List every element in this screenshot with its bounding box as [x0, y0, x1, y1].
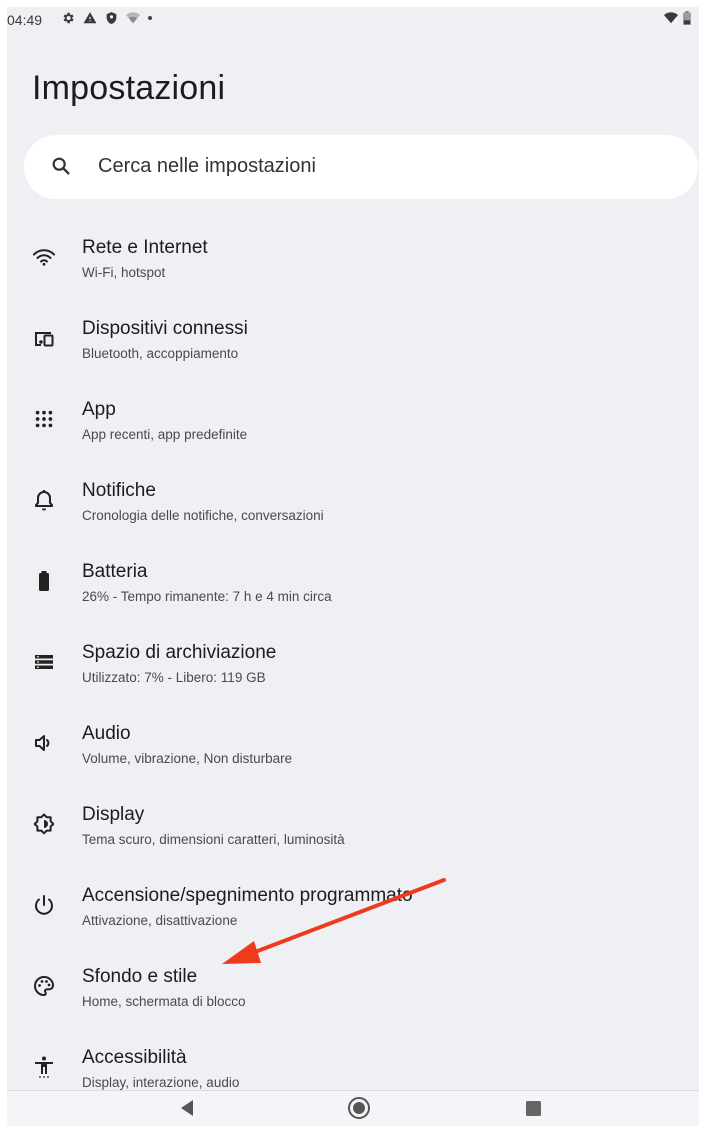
settings-screen: 04:49 Impostazioni Cerca nelle impostazi…: [7, 7, 699, 1126]
item-subtitle: Utilizzato: 7% - Libero: 119 GB: [82, 670, 266, 685]
gear-icon: [61, 11, 75, 25]
battery-status-icon: [683, 11, 691, 25]
item-title: Batteria: [82, 561, 148, 582]
item-subtitle: Cronologia delle notifiche, conversazion…: [82, 508, 324, 523]
accessibility-icon: [32, 1055, 56, 1079]
item-title: Notifiche: [82, 480, 156, 501]
warning-icon: [83, 11, 97, 25]
item-title: Audio: [82, 723, 131, 744]
item-title: Accensione/spegnimento programmato: [82, 885, 413, 906]
search-icon: [50, 155, 72, 182]
item-subtitle: Wi-Fi, hotspot: [82, 265, 166, 280]
item-subtitle: Tema scuro, dimensioni caratteri, lumino…: [82, 832, 345, 847]
item-title: Accessibilità: [82, 1047, 187, 1068]
settings-item-app[interactable]: App App recenti, app predefinite: [7, 385, 699, 465]
status-icons-right: [663, 11, 691, 25]
item-subtitle: Attivazione, disattivazione: [82, 913, 238, 928]
recent-apps-icon[interactable]: [526, 1101, 541, 1121]
settings-item-notifiche[interactable]: Notifiche Cronologia delle notifiche, co…: [7, 466, 699, 546]
connected-devices-icon: [32, 326, 56, 350]
apps-grid-icon: [32, 407, 56, 431]
home-icon[interactable]: [347, 1096, 371, 1125]
item-title: App: [82, 399, 116, 420]
settings-item-batteria[interactable]: Batteria 26% - Tempo rimanente: 7 h e 4 …: [7, 547, 699, 627]
settings-item-spazio-archiviazione[interactable]: Spazio di archiviazione Utilizzato: 7% -…: [7, 628, 699, 708]
status-bar: 04:49: [7, 7, 699, 35]
item-subtitle: Bluetooth, accoppiamento: [82, 346, 239, 361]
settings-item-dispositivi-connessi[interactable]: Dispositivi connessi Bluetooth, accoppia…: [7, 304, 699, 384]
item-subtitle: 26% - Tempo rimanente: 7 h e 4 min circa: [82, 589, 332, 604]
settings-item-audio[interactable]: Audio Volume, vibrazione, Non disturbare: [7, 709, 699, 789]
status-icons-left: [61, 11, 152, 25]
search-bar[interactable]: Cerca nelle impostazioni: [24, 135, 698, 199]
item-subtitle: Display, interazione, audio: [82, 1075, 240, 1090]
settings-item-display[interactable]: Display Tema scuro, dimensioni caratteri…: [7, 790, 699, 870]
back-icon[interactable]: [179, 1099, 195, 1122]
shield-icon: [105, 11, 118, 25]
wifi-weak-icon: [126, 11, 140, 25]
status-time: 04:49: [7, 12, 43, 28]
search-placeholder: Cerca nelle impostazioni: [98, 155, 316, 177]
item-subtitle: App recenti, app predefinite: [82, 427, 248, 442]
page-title: Impostazioni: [32, 69, 226, 107]
settings-item-accensione-spegnimento[interactable]: Accensione/spegnimento programmato Attiv…: [7, 871, 699, 951]
battery-icon: [32, 569, 56, 593]
wifi-icon: [32, 245, 56, 269]
wifi-signal-icon: [663, 11, 679, 25]
power-icon: [32, 893, 56, 917]
item-title: Dispositivi connessi: [82, 318, 248, 339]
palette-icon: [32, 974, 56, 998]
storage-icon: [32, 650, 56, 674]
settings-item-rete-internet[interactable]: Rete e Internet Wi-Fi, hotspot: [7, 223, 699, 303]
notification-dot-icon: [148, 16, 152, 20]
brightness-icon: [32, 812, 56, 836]
bell-icon: [32, 488, 56, 512]
item-title: Sfondo e stile: [82, 966, 198, 987]
volume-icon: [32, 731, 56, 755]
settings-item-sfondo-stile[interactable]: Sfondo e stile Home, schermata di blocco: [7, 952, 699, 1032]
item-subtitle: Volume, vibrazione, Non disturbare: [82, 751, 293, 766]
item-title: Spazio di archiviazione: [82, 642, 277, 663]
item-title: Rete e Internet: [82, 237, 208, 258]
item-subtitle: Home, schermata di blocco: [82, 994, 246, 1009]
navigation-bar: [7, 1090, 699, 1126]
item-title: Display: [82, 804, 145, 825]
